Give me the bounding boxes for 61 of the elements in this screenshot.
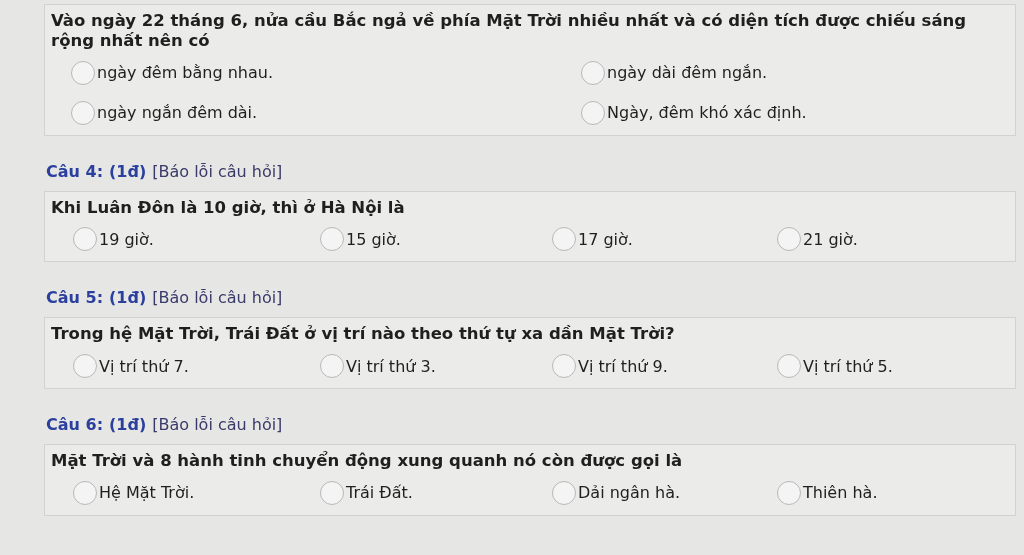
- option-label: ngày đêm bằng nhau.: [97, 63, 273, 83]
- answer-option[interactable]: ngày dài đêm ngắn.: [581, 60, 768, 85]
- radio-button[interactable]: [777, 227, 801, 252]
- answer-option[interactable]: Vị trí thứ 5.: [777, 354, 893, 379]
- option-label: 21 giờ.: [803, 229, 858, 249]
- question-points: (1đ): [109, 161, 147, 181]
- answer-option[interactable]: Trái Đất.: [320, 481, 413, 505]
- option-label: Ngày, đêm khó xác định.: [607, 103, 807, 123]
- answer-option[interactable]: Thiên hà.: [777, 481, 878, 505]
- radio-button[interactable]: [71, 60, 95, 85]
- answer-option[interactable]: 17 giờ.: [552, 227, 633, 252]
- option-label: 19 giờ.: [99, 229, 154, 249]
- option-label: 15 giờ.: [346, 229, 401, 249]
- radio-button[interactable]: [320, 354, 344, 379]
- option-label: Vị trí thứ 9.: [578, 356, 668, 376]
- report-link[interactable]: [Báo lỗi câu hỏi]: [152, 415, 283, 435]
- question-text: Mặt Trời và 8 hành tinh chuyển động xung quanh nó còn được gọi là: [51, 451, 684, 471]
- question-number: Câu 5:: [46, 288, 104, 308]
- question-text: Khi Luân Đôn là 10 giờ, thì ở Hà Nội là: [51, 197, 406, 218]
- question-text: Trong hệ Mặt Trời, Trái Đất ở vị trí nào theo thứ tự xa dần Mặt Trời?: [51, 324, 676, 345]
- option-label: ngày dài đêm ngắn.: [607, 63, 768, 83]
- answer-option[interactable]: Vị trí thứ 7.: [73, 354, 189, 379]
- answer-option[interactable]: Ngày, đêm khó xác định.: [581, 100, 807, 125]
- answer-option[interactable]: 21 giờ.: [777, 227, 858, 252]
- radio-button[interactable]: [581, 60, 605, 85]
- answer-option[interactable]: Vị trí thứ 9.: [552, 354, 668, 379]
- question-text: Vào ngày 22 tháng 6, nửa cầu Bắc ngả về phía Mặt Trời nhiều nhất và có diện tích được chiếu sáng rộng nhất nên có: [51, 11, 968, 51]
- report-link[interactable]: [Báo lỗi câu hỏi]: [152, 161, 283, 181]
- question-number: Câu 4:: [46, 161, 104, 181]
- answer-option[interactable]: ngày đêm bằng nhau.: [71, 60, 273, 85]
- radio-button[interactable]: [71, 100, 95, 125]
- option-label: ngày ngắn đêm dài.: [97, 103, 258, 123]
- report-link[interactable]: [Báo lỗi câu hỏi]: [152, 288, 283, 308]
- radio-button[interactable]: [777, 481, 801, 505]
- answer-option[interactable]: Hệ Mặt Trời.: [73, 481, 195, 505]
- radio-button[interactable]: [320, 481, 344, 505]
- radio-button[interactable]: [777, 354, 801, 379]
- option-label: Vị trí thứ 5.: [803, 356, 893, 376]
- question-points: (1đ): [109, 288, 147, 308]
- answer-option[interactable]: Dải ngân hà.: [552, 481, 680, 505]
- option-label: 17 giờ.: [578, 229, 633, 249]
- radio-button[interactable]: [552, 481, 576, 505]
- radio-button[interactable]: [320, 227, 344, 252]
- radio-button[interactable]: [552, 227, 576, 252]
- option-label: Dải ngân hà.: [578, 483, 680, 503]
- question-number: Câu 6:: [46, 415, 104, 435]
- option-label: Vị trí thứ 3.: [346, 356, 436, 376]
- radio-button[interactable]: [73, 354, 97, 379]
- radio-button[interactable]: [581, 100, 605, 125]
- radio-button[interactable]: [73, 481, 97, 505]
- question-points: (1đ): [109, 415, 147, 435]
- answer-option[interactable]: 19 giờ.: [73, 227, 154, 252]
- answer-option[interactable]: 15 giờ.: [320, 227, 401, 252]
- answer-option[interactable]: Vị trí thứ 3.: [320, 354, 436, 379]
- answer-option[interactable]: ngày ngắn đêm dài.: [71, 100, 258, 125]
- option-label: Hệ Mặt Trời.: [99, 483, 195, 503]
- radio-button[interactable]: [73, 227, 97, 252]
- radio-button[interactable]: [552, 354, 576, 379]
- option-label: Vị trí thứ 7.: [99, 356, 189, 376]
- option-label: Thiên hà.: [803, 483, 878, 503]
- option-label: Trái Đất.: [346, 483, 413, 503]
